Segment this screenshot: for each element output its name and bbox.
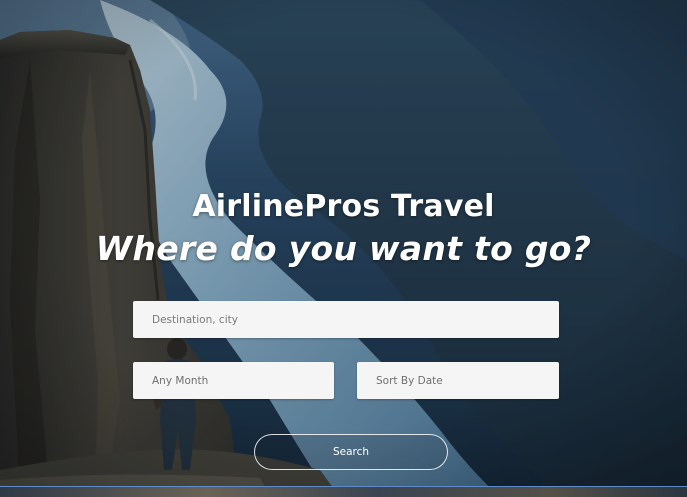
bottom-divider <box>0 486 687 487</box>
destination-input[interactable] <box>133 301 559 338</box>
bottom-image-strip <box>0 486 687 497</box>
hero-section: AirlinePros Travel Where do you want to … <box>0 0 687 497</box>
month-select[interactable]: Any Month <box>133 362 334 399</box>
page-tagline: Where do you want to go? <box>95 229 592 268</box>
search-button[interactable]: Search <box>254 434 448 470</box>
sort-select[interactable]: Sort By Date <box>357 362 559 399</box>
page-title: AirlinePros Travel <box>192 189 495 224</box>
